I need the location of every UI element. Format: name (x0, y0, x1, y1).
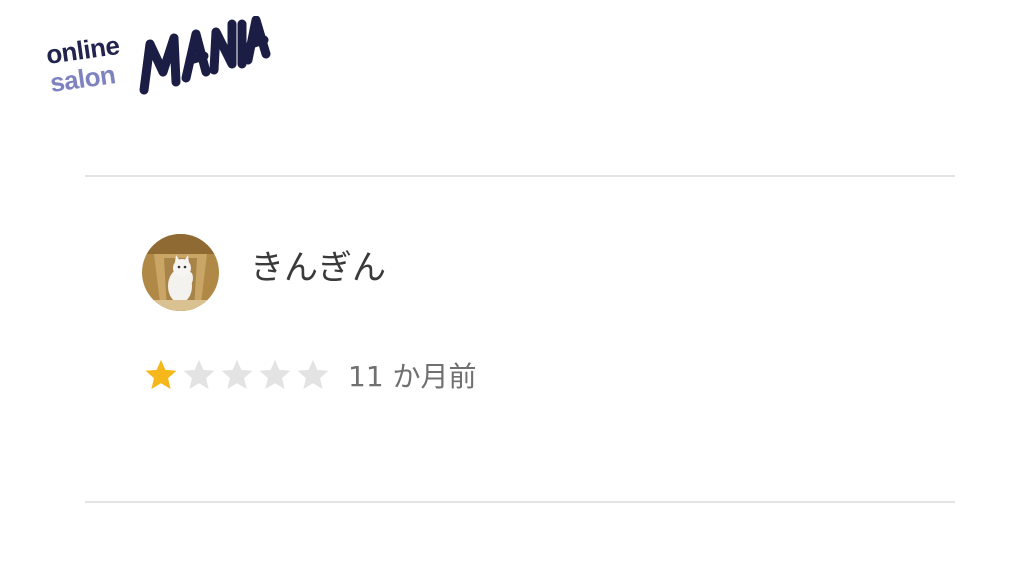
star-filled-icon (145, 359, 177, 389)
star-empty-icon (221, 359, 253, 389)
review-time: 11 か月前 (348, 360, 477, 393)
page: online salon きんぎん 11 か月前 (0, 0, 1024, 576)
cat-in-box-avatar-icon (142, 234, 219, 311)
reviewer-name[interactable]: きんぎん (250, 246, 386, 290)
star-empty-icon (297, 359, 329, 389)
review-divider-top (85, 175, 955, 177)
review-divider-bottom (85, 501, 955, 503)
star-empty-icon (259, 359, 291, 389)
star-rating (143, 356, 333, 394)
site-logo[interactable]: online salon (44, 8, 284, 108)
logo-salon-text: salon (48, 59, 118, 98)
logo-mania-wordmark (139, 16, 271, 95)
star-empty-icon (183, 359, 215, 389)
reviewer-avatar[interactable] (142, 234, 219, 311)
